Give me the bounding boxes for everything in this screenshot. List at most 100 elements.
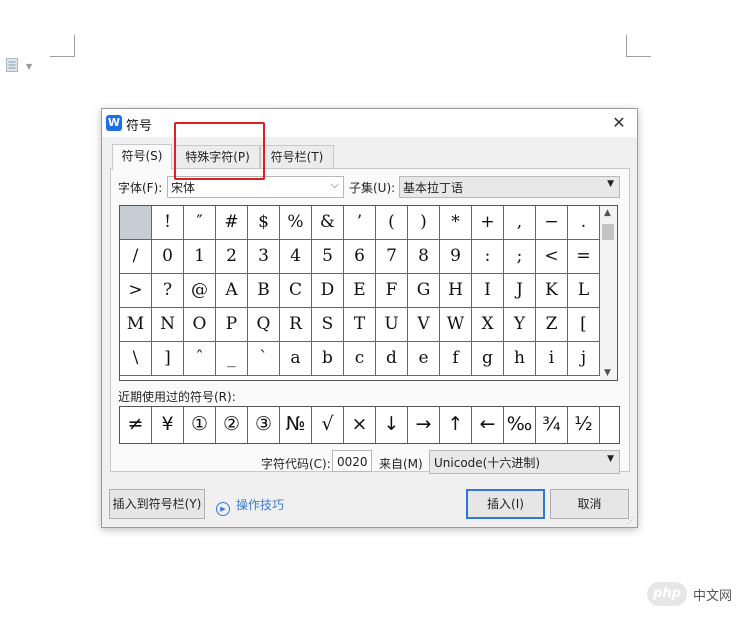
symbol-cell[interactable]: Q <box>248 308 280 342</box>
font-select[interactable]: 宋体 ⌵ <box>167 176 344 198</box>
symbol-cell[interactable]: \ <box>120 342 152 376</box>
recent-symbol-cell[interactable]: ↑ <box>440 407 472 443</box>
symbol-cell[interactable]: < <box>536 240 568 274</box>
symbol-cell[interactable]: $ <box>248 206 280 240</box>
symbol-cell[interactable]: [ <box>568 308 600 342</box>
recent-symbol-cell[interactable]: √ <box>312 407 344 443</box>
symbol-cell[interactable]: a <box>280 342 312 376</box>
cancel-button[interactable]: 取消 <box>550 489 629 519</box>
symbol-cell[interactable]: 4 <box>280 240 312 274</box>
symbol-cell[interactable]: 9 <box>440 240 472 274</box>
symbol-cell[interactable]: b <box>312 342 344 376</box>
symbol-cell[interactable]: ; <box>504 240 536 274</box>
symbol-cell[interactable]: > <box>120 274 152 308</box>
symbol-cell[interactable]: 8 <box>408 240 440 274</box>
symbol-cell[interactable]: A <box>216 274 248 308</box>
recent-symbol-cell[interactable]: ① <box>184 407 216 443</box>
grid-scrollbar[interactable]: ▲ ▼ <box>600 205 618 381</box>
symbol-cell[interactable]: X <box>472 308 504 342</box>
symbol-cell[interactable]: d <box>376 342 408 376</box>
symbol-cell[interactable]: F <box>376 274 408 308</box>
symbol-cell[interactable]: ? <box>152 274 184 308</box>
symbol-cell[interactable]: T <box>344 308 376 342</box>
symbol-cell[interactable]: J <box>504 274 536 308</box>
symbol-cell[interactable]: L <box>568 274 600 308</box>
recent-symbol-cell[interactable]: ¥ <box>152 407 184 443</box>
symbol-cell[interactable]: = <box>568 240 600 274</box>
symbol-cell[interactable]: U <box>376 308 408 342</box>
symbol-cell[interactable]: * <box>440 206 472 240</box>
tips-link[interactable]: ▶ 操作技巧 <box>216 496 284 516</box>
symbol-cell[interactable]: g <box>472 342 504 376</box>
symbol-cell[interactable] <box>120 206 152 240</box>
symbol-cell[interactable]: 3 <box>248 240 280 274</box>
symbol-cell[interactable]: C <box>280 274 312 308</box>
symbol-cell[interactable]: 5 <box>312 240 344 274</box>
symbol-cell[interactable]: ! <box>152 206 184 240</box>
recent-symbol-cell[interactable]: ← <box>472 407 504 443</box>
insert-to-symbol-bar-button[interactable]: 插入到符号栏(Y) <box>109 489 205 519</box>
recent-symbol-cell[interactable]: ② <box>216 407 248 443</box>
recent-symbol-cell[interactable]: × <box>344 407 376 443</box>
symbol-cell[interactable]: Z <box>536 308 568 342</box>
symbol-cell[interactable]: 2 <box>216 240 248 274</box>
symbol-cell[interactable]: ˆ <box>184 342 216 376</box>
symbol-cell[interactable]: j <box>568 342 600 376</box>
symbol-cell[interactable]: E <box>344 274 376 308</box>
recent-symbol-cell[interactable]: → <box>408 407 440 443</box>
symbol-cell[interactable]: 7 <box>376 240 408 274</box>
symbol-cell[interactable]: h <box>504 342 536 376</box>
symbol-cell[interactable]: O <box>184 308 216 342</box>
symbol-cell[interactable]: ’ <box>344 206 376 240</box>
symbol-cell[interactable]: − <box>536 206 568 240</box>
recent-symbols-grid[interactable]: ≠ ¥ ① ② ③ № √ × ↓ → ↑ ← ‰ ¾ ½ <box>119 406 620 444</box>
resize-grip-icon[interactable]: ⋰ <box>627 516 635 525</box>
symbol-cell[interactable]: c <box>344 342 376 376</box>
symbol-cell[interactable]: S <box>312 308 344 342</box>
recent-symbol-cell[interactable]: № <box>280 407 312 443</box>
tab-symbol[interactable]: 符号(S) <box>112 144 172 170</box>
symbol-cell[interactable]: @ <box>184 274 216 308</box>
symbol-cell[interactable]: # <box>216 206 248 240</box>
char-code-input[interactable]: 0020 <box>332 450 372 472</box>
symbol-cell[interactable]: i <box>536 342 568 376</box>
symbol-cell[interactable]: G <box>408 274 440 308</box>
paragraph-icon[interactable] <box>6 58 18 72</box>
symbol-cell[interactable]: Y <box>504 308 536 342</box>
tab-symbol-bar[interactable]: 符号栏(T) <box>260 145 334 169</box>
recent-symbol-cell[interactable]: ½ <box>568 407 600 443</box>
symbol-cell[interactable]: K <box>536 274 568 308</box>
symbol-cell[interactable]: & <box>312 206 344 240</box>
symbol-cell[interactable]: 1 <box>184 240 216 274</box>
symbol-cell[interactable]: W <box>440 308 472 342</box>
symbol-cell[interactable]: N <box>152 308 184 342</box>
symbol-cell[interactable]: R <box>280 308 312 342</box>
symbol-cell[interactable]: 0 <box>152 240 184 274</box>
symbol-cell[interactable]: P <box>216 308 248 342</box>
symbol-cell[interactable]: ( <box>376 206 408 240</box>
scroll-down-icon[interactable]: ▼ <box>604 368 611 378</box>
symbol-grid[interactable]: ! ″ # $% &’() * +, −. /0 1 2 3 4 5 6 7 8 9:; < = >? @ A B C D E F G H… <box>119 205 601 381</box>
recent-symbol-cell[interactable]: ‰ <box>504 407 536 443</box>
insert-button[interactable]: 插入(I) <box>466 489 545 519</box>
chevron-down-icon[interactable]: ▼ <box>26 62 32 71</box>
symbol-cell[interactable]: / <box>120 240 152 274</box>
scroll-up-icon[interactable]: ▲ <box>604 208 611 218</box>
subset-select[interactable]: 基本拉丁语 ▼ <box>399 176 620 198</box>
symbol-cell[interactable]: _ <box>216 342 248 376</box>
scrollbar-thumb[interactable] <box>602 224 614 240</box>
symbol-cell[interactable]: e <box>408 342 440 376</box>
symbol-cell[interactable]: ) <box>408 206 440 240</box>
symbol-cell[interactable]: H <box>440 274 472 308</box>
recent-symbol-cell[interactable]: ¾ <box>536 407 568 443</box>
symbol-cell[interactable]: : <box>472 240 504 274</box>
symbol-cell[interactable]: . <box>568 206 600 240</box>
symbol-cell[interactable]: ″ <box>184 206 216 240</box>
encoding-select[interactable]: Unicode(十六进制) ▼ <box>429 450 620 474</box>
symbol-cell[interactable]: ` <box>248 342 280 376</box>
symbol-cell[interactable]: ] <box>152 342 184 376</box>
recent-symbol-cell[interactable]: ↓ <box>376 407 408 443</box>
symbol-cell[interactable]: f <box>440 342 472 376</box>
symbol-cell[interactable]: V <box>408 308 440 342</box>
tab-special-characters[interactable]: 特殊字符(P) <box>175 145 260 169</box>
